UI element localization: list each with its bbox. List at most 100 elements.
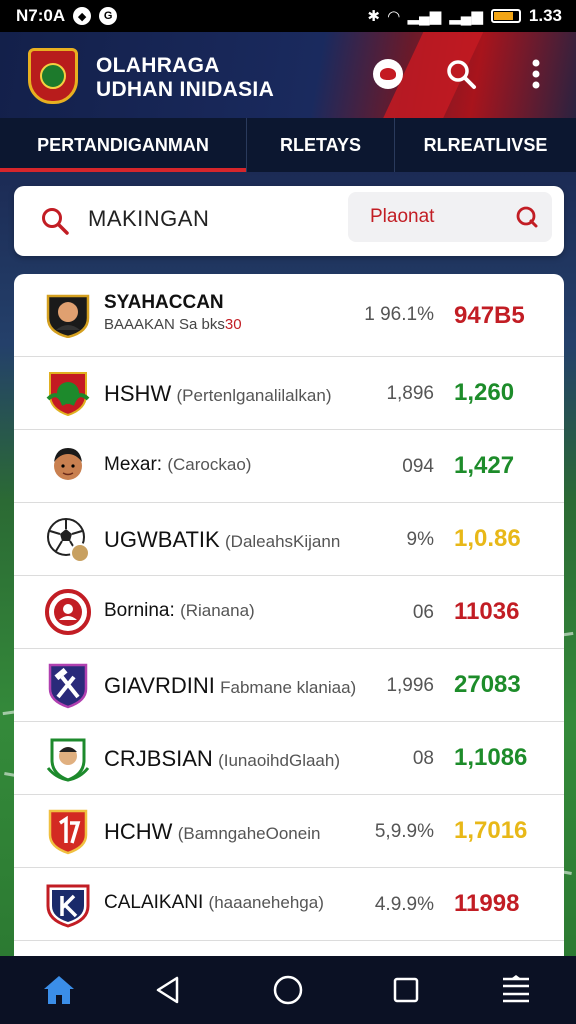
search-bar: MAKINGAN Plaonat [14, 186, 564, 256]
row-sub-text: BAAAKAN Sa bks [104, 316, 225, 333]
row-name: Mexar: [104, 454, 163, 475]
row-value: 11998 [454, 890, 520, 917]
row-name-block: HSHW (Pertenlganalilalkan) [104, 381, 331, 407]
app-title-line2: UDHAN INIDASIA [96, 78, 275, 101]
row-value: 1,1086 [454, 744, 528, 771]
row-sub: (BamngaheOonein [177, 824, 321, 843]
row-value: 11036 [454, 598, 520, 625]
red-shield-icon [48, 809, 88, 855]
row-name: HSHW [104, 381, 172, 406]
tab-realtime[interactable]: RLREATLIVSE [394, 118, 576, 172]
row-value: 1,0.86 [454, 525, 521, 552]
status-right: ✱ ◠ ▂▄▆ ▂▄▆ 1.33 [367, 6, 562, 26]
bottom-navigation [0, 956, 576, 1024]
app-header: OLAHRAGA UDHAN INIDASIA [0, 32, 576, 118]
app-notification-icon: G [99, 7, 118, 25]
row-name-block: UGWBATIK (DaleahsKijann [104, 527, 340, 553]
row-name: CRJBSIAN [104, 746, 213, 771]
list-item[interactable]: SYAHACCAN BAAAKAN Sa bks30 1 96.1% 947B5 [14, 274, 564, 357]
list-item[interactable]: HSHW (Pertenlganalilalkan) 1,896 1,260 [14, 357, 564, 430]
row-name: UGWBATIK [104, 527, 220, 552]
tab-bar: PERTANDIGANMAN RLETAYS RLREATLIVSE [0, 118, 576, 172]
club-badge-icon [45, 589, 91, 635]
row-name: GIAVRDINI [104, 673, 215, 698]
back-icon[interactable] [150, 972, 186, 1008]
more-vert-icon[interactable] [518, 56, 554, 92]
bluetooth-icon: ✱ [367, 8, 380, 25]
app-title-line1: OLAHRAGA [96, 54, 220, 77]
row-sub: (Rianana) [180, 601, 255, 620]
filter-icon [516, 206, 538, 228]
row-sub: (IunaoihdGlaah) [218, 751, 340, 770]
row-name: HCHW [104, 819, 173, 844]
row-percentage: 5,9.9% [374, 821, 434, 842]
player-face-icon [54, 448, 82, 480]
row-percentage: 094 [402, 456, 434, 477]
search-icon [42, 208, 69, 235]
row-name-block: HCHW (BamngaheOonein [104, 819, 320, 845]
row-name-block: CALAIKANI (haaanehehga) [104, 892, 324, 914]
notification-icon: ◆ [73, 7, 92, 25]
row-name: CALAIKANI [104, 892, 204, 913]
row-sub: (DaleahsKijann [225, 532, 341, 551]
square-recents-icon[interactable] [388, 972, 424, 1008]
app-logo [28, 48, 78, 104]
row-name-block: CRJBSIAN (IunaoihdGlaah) [104, 746, 340, 772]
row-name: Bornina: [104, 600, 175, 621]
row-value: 1,7016 [454, 817, 528, 844]
wifi-icon: ◠ [387, 8, 400, 25]
list-item[interactable]: CRJBSIAN (IunaoihdGlaah) 08 1,1086 [14, 722, 564, 795]
filter-label: Plaonat [370, 206, 435, 227]
status-bar: N7:0A ◆ G ✱ ◠ ▂▄▆ ▂▄▆ 1.33 [0, 0, 576, 32]
row-percentage: 06 [412, 602, 434, 623]
list-item[interactable]: GIAVRDINI Fabmane klaniaa) 1,996 27083 [14, 649, 564, 722]
row-sub: (Pertenlganalilalkan) [176, 386, 332, 405]
row-percentage: 1,996 [386, 675, 434, 696]
search-input[interactable]: MAKINGAN [88, 206, 209, 232]
row-sub: (Carockao) [167, 455, 252, 474]
blue-red-shield-icon [46, 884, 90, 928]
row-value: 1,427 [454, 452, 515, 479]
soccer-ball-icon [47, 518, 90, 563]
app-title: OLAHRAGA UDHAN INIDASIA [96, 54, 274, 102]
battery-text: 1.33 [528, 6, 562, 25]
list-item[interactable]: UGWBATIK (DaleahsKijann 9% 1,0.86 [14, 503, 564, 576]
row-name: SYAHACCAN [104, 292, 224, 313]
status-left: N7:0A ◆ G [16, 6, 118, 26]
row-percentage: 9% [406, 529, 434, 550]
list-item[interactable]: CALAIKANI (haaanehehga) 4.9.9% 11998 [14, 868, 564, 941]
search-icon[interactable] [443, 56, 479, 92]
hammer-crest-icon [48, 663, 88, 709]
row-value: 1,260 [454, 379, 515, 406]
standings-list: SYAHACCAN BAAAKAN Sa bks30 1 96.1% 947B5… [14, 274, 564, 956]
row-sub: BAAAKAN Sa bks30 [104, 316, 242, 333]
list-item[interactable]: Bornina: (Rianana) 06 11036 [14, 576, 564, 649]
row-sub-number: 30 [224, 316, 242, 333]
row-name-block: Mexar: (Carockao) [104, 454, 251, 476]
mascot-icon[interactable] [370, 56, 406, 92]
player-avatar-icon [46, 294, 90, 338]
tab-replays[interactable]: RLETAYS [246, 118, 394, 172]
row-percentage: 08 [412, 748, 434, 769]
home-icon[interactable] [41, 972, 77, 1008]
filter-button[interactable]: Plaonat [348, 192, 552, 242]
row-value: 947B5 [454, 302, 525, 329]
row-percentage: 1,896 [386, 383, 434, 404]
circle-home-icon[interactable] [270, 972, 306, 1008]
row-percentage: 1 96.1% [364, 304, 434, 325]
green-wreath-crest-icon [46, 738, 90, 782]
list-item[interactable]: HCHW (BamngaheOonein 5,9.9% 1,7016 [14, 795, 564, 868]
row-sub: Fabmane klaniaa) [220, 678, 357, 697]
menu-lines-icon[interactable] [498, 972, 534, 1008]
row-sub: (haaanehehga) [208, 893, 324, 912]
list-item[interactable]: Mexar: (Carockao) 094 1,427 [14, 430, 564, 503]
row-name-block: Bornina: (Rianana) [104, 600, 255, 622]
signal-icon: ▂▄▆ [407, 8, 442, 25]
signal-icon-2: ▂▄▆ [449, 8, 483, 25]
status-time: N7:0A [16, 6, 66, 25]
team-crest-icon [46, 372, 90, 417]
row-name-block: GIAVRDINI Fabmane klaniaa) [104, 673, 356, 699]
row-percentage: 4.9.9% [374, 894, 434, 915]
tab-pertandingan[interactable]: PERTANDIGANMAN [0, 118, 246, 172]
row-value: 27083 [454, 671, 521, 698]
